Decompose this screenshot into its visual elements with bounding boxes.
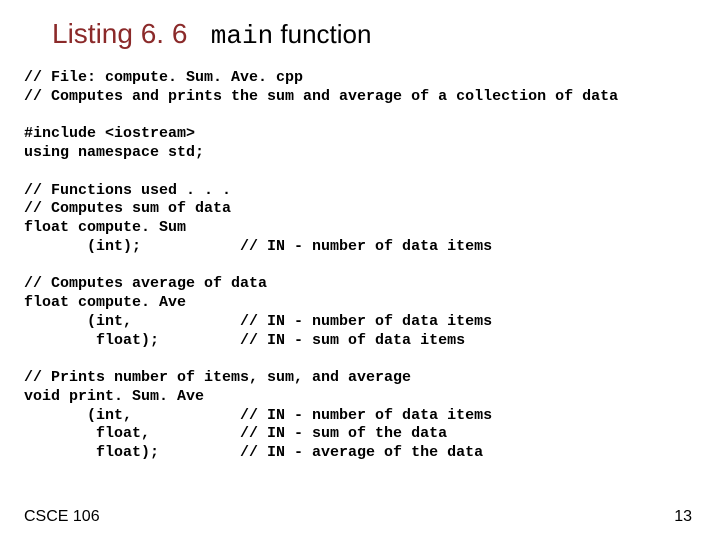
code-line: using namespace std;: [24, 144, 204, 161]
code-line: (int, // IN - number of data items: [24, 313, 492, 330]
footer-page-number: 13: [674, 508, 692, 526]
code-line: (int); // IN - number of data items: [24, 238, 492, 255]
code-line: float, // IN - sum of the data: [24, 425, 447, 442]
slide-title: Listing 6. 6 main function: [52, 18, 696, 51]
code-line: // Computes sum of data: [24, 200, 231, 217]
code-line: float compute. Sum: [24, 219, 186, 236]
main-keyword: main: [211, 21, 273, 51]
code-line: #include <iostream>: [24, 125, 195, 142]
code-line: (int, // IN - number of data items: [24, 407, 492, 424]
function-word: function: [273, 19, 371, 49]
slide: Listing 6. 6 main function // File: comp…: [0, 0, 720, 540]
code-line: float compute. Ave: [24, 294, 186, 311]
code-line: // File: compute. Sum. Ave. cpp: [24, 69, 303, 86]
code-line: float); // IN - average of the data: [24, 444, 483, 461]
code-line: // Computes average of data: [24, 275, 267, 292]
code-line: void print. Sum. Ave: [24, 388, 204, 405]
code-line: // Prints number of items, sum, and aver…: [24, 369, 411, 386]
footer-course: CSCE 106: [24, 508, 100, 526]
code-line: // Computes and prints the sum and avera…: [24, 88, 618, 105]
code-line: float); // IN - sum of data items: [24, 332, 465, 349]
listing-label: Listing 6. 6: [52, 18, 187, 49]
code-line: // Functions used . . .: [24, 182, 231, 199]
code-block: // File: compute. Sum. Ave. cpp // Compu…: [24, 69, 696, 463]
